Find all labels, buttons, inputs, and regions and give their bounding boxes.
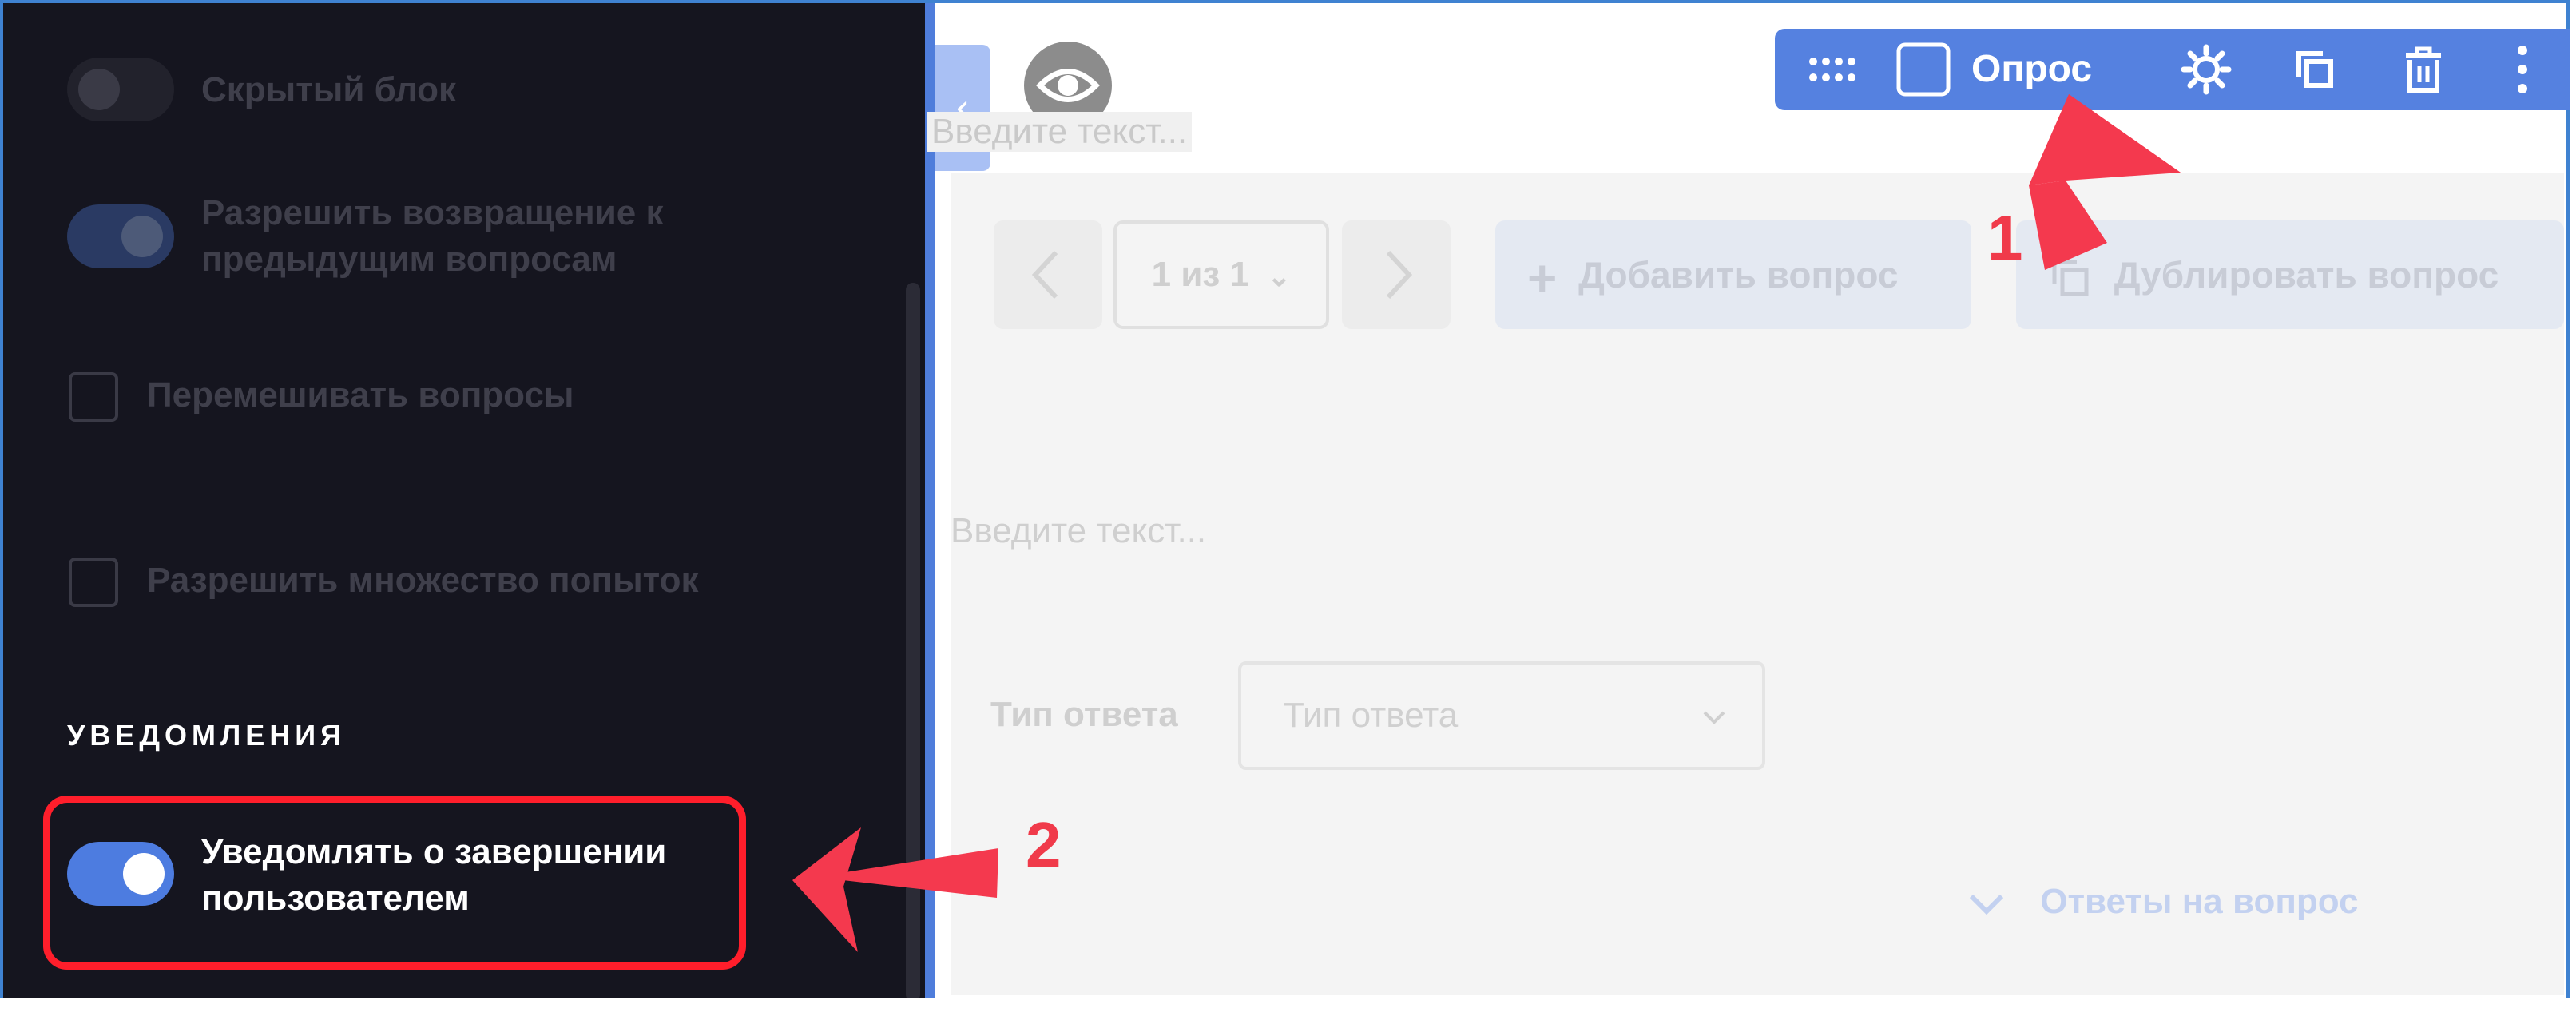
arrow-2 — [792, 827, 998, 952]
annotation-arrows — [792, 94, 2181, 952]
arrow-1 — [2029, 94, 2181, 270]
annotation-number-1: 1 — [1987, 202, 2023, 273]
annotation-number-2: 2 — [1026, 809, 1062, 880]
